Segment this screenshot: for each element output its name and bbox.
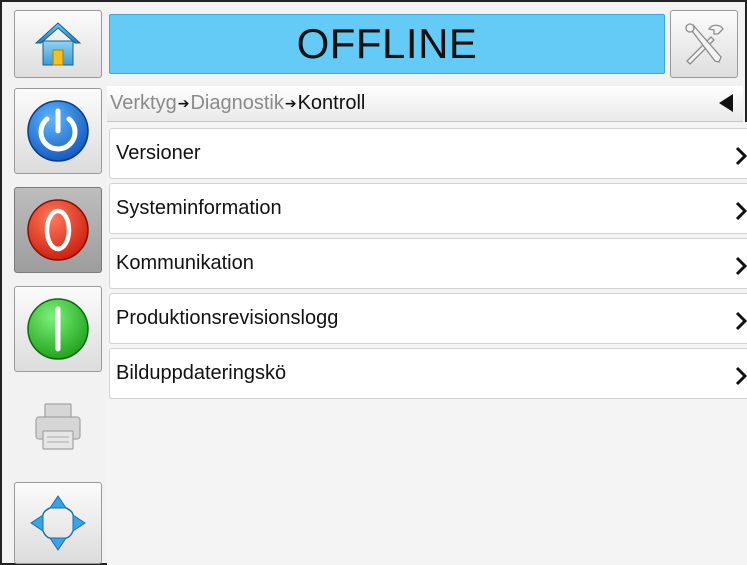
navigation-arrows-icon — [30, 495, 86, 551]
printer-status-text: OFFLINE — [296, 20, 478, 67]
back-arrow-icon[interactable] — [719, 94, 733, 112]
status-bar: OFFLINE — [109, 14, 665, 74]
menu-item-label: Systeminformation — [116, 197, 282, 219]
chevron-right-icon — [735, 311, 747, 331]
menu-item-systeminformation[interactable]: Systeminformation — [109, 183, 747, 234]
menu-item-bilduppdateringsko[interactable]: Bilduppdateringskö — [109, 348, 747, 399]
stop-button[interactable] — [14, 187, 102, 273]
app-window: OFFLINE Verktyg ➔ Diagnostik ➔ Kontroll … — [0, 0, 747, 565]
printer-icon — [35, 403, 81, 450]
tools-icon — [685, 23, 724, 65]
menu-item-versioner[interactable]: Versioner — [109, 128, 747, 179]
power-button[interactable] — [14, 88, 102, 174]
menu-item-produktionsrevisionslogg[interactable]: Produktionsrevisionslogg — [109, 293, 747, 344]
chevron-right-icon — [735, 366, 747, 386]
navigation-button[interactable] — [14, 482, 102, 564]
breadcrumb-separator: ➔ — [284, 95, 297, 111]
menu-item-label: Produktionsrevisionslogg — [116, 307, 339, 329]
breadcrumb-separator: ➔ — [177, 95, 190, 111]
chevron-right-icon — [735, 146, 747, 166]
power-icon — [27, 100, 89, 162]
chevron-right-icon — [735, 201, 747, 221]
breadcrumb-item-kontroll: Kontroll — [297, 92, 366, 114]
home-icon — [34, 22, 82, 66]
start-icon — [27, 298, 89, 360]
menu-item-label: Kommunikation — [116, 252, 254, 274]
home-button[interactable] — [14, 10, 102, 78]
menu-item-label: Bilduppdateringskö — [116, 362, 287, 384]
start-button[interactable] — [14, 286, 102, 372]
menu-item-label: Versioner — [116, 142, 201, 164]
chevron-right-icon — [735, 256, 747, 276]
breadcrumb: Verktyg ➔ Diagnostik ➔ Kontroll — [107, 86, 743, 122]
breadcrumb-item-diagnostik[interactable]: Diagnostik — [190, 92, 283, 115]
menu-list: Versioner Systeminformation Kommunikatio… — [109, 128, 747, 403]
stop-icon — [27, 199, 89, 261]
menu-item-kommunikation[interactable]: Kommunikation — [109, 238, 747, 289]
tools-button[interactable] — [670, 10, 738, 78]
breadcrumb-item-verktyg[interactable]: Verktyg — [110, 92, 177, 115]
print-button[interactable] — [14, 384, 102, 470]
